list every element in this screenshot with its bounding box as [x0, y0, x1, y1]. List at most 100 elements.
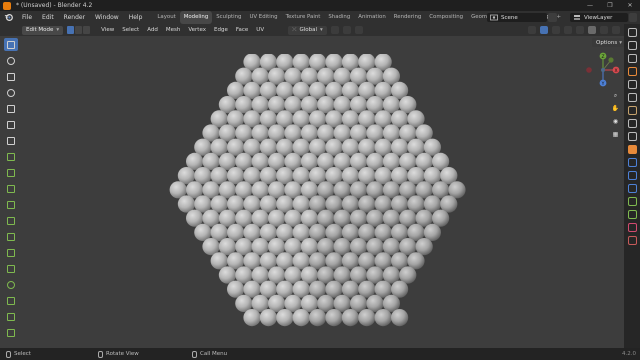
face-select-icon[interactable] — [83, 26, 91, 34]
tool-add-cube[interactable] — [4, 150, 18, 163]
tool-scale[interactable] — [4, 102, 18, 115]
tool-shrink-fatten[interactable] — [4, 310, 18, 323]
data-props-icon[interactable] — [628, 184, 637, 193]
menu-edge[interactable]: Edge — [210, 27, 232, 33]
ortho-grid-icon[interactable]: ▦ — [610, 129, 621, 140]
navigation-gizmo[interactable]: Z X Y — [584, 50, 622, 90]
tab-shading[interactable]: Shading — [324, 11, 354, 24]
snap-icon[interactable] — [342, 26, 351, 34]
sphere-mesh-object[interactable] — [160, 54, 480, 330]
scene-props-icon[interactable] — [628, 80, 637, 89]
render-props-icon[interactable] — [628, 41, 637, 50]
tool-shelf — [3, 38, 20, 346]
scene-copy-icon[interactable] — [548, 13, 557, 22]
tab-rendering[interactable]: Rendering — [390, 11, 426, 24]
properties-tabs — [624, 24, 640, 348]
tool-cursor[interactable] — [4, 54, 18, 67]
options-dropdown[interactable]: Options ▾ — [592, 38, 626, 47]
tool-transform[interactable] — [4, 118, 18, 131]
menu-vertex[interactable]: Vertex — [184, 27, 210, 33]
tool-select-box[interactable] — [4, 38, 18, 51]
tool-smooth[interactable] — [4, 278, 18, 291]
edge-select-icon[interactable] — [75, 26, 83, 34]
zoom-icon[interactable]: ⌕ — [610, 90, 621, 101]
shading-wireframe-icon[interactable] — [576, 26, 584, 34]
tool-extrude[interactable] — [4, 166, 18, 179]
mesh-sphere — [309, 309, 327, 327]
pivot-point-icon[interactable] — [330, 26, 339, 34]
tool-measure[interactable] — [4, 134, 18, 147]
tab-modeling[interactable]: Modeling — [179, 11, 213, 24]
particles-props-icon[interactable] — [628, 145, 637, 154]
scene-selector[interactable]: Scene — [487, 13, 547, 22]
tool-inset[interactable] — [4, 182, 18, 195]
camera-view-icon[interactable]: ◉ — [610, 116, 621, 127]
bevel-icon — [7, 200, 15, 209]
tool-bevel[interactable] — [4, 198, 18, 211]
texture-props-icon[interactable] — [628, 210, 637, 219]
overlay-icon[interactable] — [552, 26, 560, 34]
material-props-icon[interactable] — [628, 197, 637, 206]
tab-sculpting[interactable]: Sculpting — [212, 11, 245, 24]
tool-poly-build[interactable] — [4, 246, 18, 259]
tab-uv-editing[interactable]: UV Editing — [245, 11, 281, 24]
menu-select[interactable]: Select — [118, 27, 143, 33]
gizmo-neg-y-axis[interactable] — [608, 57, 614, 63]
modifier-props-icon[interactable] — [628, 132, 637, 141]
menu-mesh[interactable]: Mesh — [162, 27, 184, 33]
menu-file[interactable]: File — [17, 11, 37, 24]
tool-shear[interactable] — [4, 294, 18, 307]
close-button[interactable]: ✕ — [620, 0, 640, 11]
cursor-icon — [7, 56, 15, 65]
blender-logo-icon[interactable] — [3, 13, 13, 23]
menu-view[interactable]: View — [97, 27, 118, 33]
menu-window[interactable]: Window — [90, 11, 124, 24]
menu-uv[interactable]: UV — [252, 27, 268, 33]
tab-animation[interactable]: Animation — [354, 11, 389, 24]
mode-dropdown[interactable]: Edit Mode ▾ — [22, 25, 64, 35]
gizmo-neg-x-axis[interactable] — [586, 67, 592, 73]
vertex-select-icon[interactable] — [67, 26, 75, 34]
view-layer-props-icon[interactable] — [628, 67, 637, 76]
physics-props-icon[interactable] — [628, 158, 637, 167]
output-props-icon[interactable] — [628, 54, 637, 63]
menu-help[interactable]: Help — [124, 11, 148, 24]
tab-compositing[interactable]: Compositing — [425, 11, 467, 24]
menu-render[interactable]: Render — [59, 11, 90, 24]
constraints-props-icon[interactable] — [628, 171, 637, 180]
proportional-editing-icon[interactable] — [354, 26, 363, 34]
shading-rendered-icon[interactable] — [612, 26, 620, 34]
tool-loop-cut[interactable] — [4, 214, 18, 227]
object-props-icon[interactable] — [628, 119, 637, 128]
tool-move[interactable] — [4, 70, 18, 83]
status-menu-label: Call Menu — [200, 351, 228, 357]
menu-edit[interactable]: Edit — [37, 11, 59, 24]
maximize-button[interactable]: ❐ — [600, 0, 620, 11]
minimize-button[interactable]: — — [580, 0, 600, 11]
shading-solid-icon[interactable] — [588, 26, 596, 34]
tool-props-icon[interactable] — [628, 28, 637, 37]
view-layer-selector[interactable]: ViewLayer — [570, 13, 628, 22]
xray-icon[interactable] — [564, 26, 572, 34]
tool-spin[interactable] — [4, 262, 18, 275]
menu-add[interactable]: Add — [143, 27, 162, 33]
menu-face[interactable]: Face — [232, 27, 252, 33]
shader-props-icon[interactable] — [628, 223, 637, 232]
tab-layout[interactable]: Layout — [153, 11, 179, 24]
gizmo-toggle-icon[interactable] — [540, 26, 548, 34]
collection-props-icon[interactable] — [628, 106, 637, 115]
pan-hand-icon[interactable]: ✋ — [610, 103, 621, 114]
tool-rip[interactable] — [4, 326, 18, 339]
status-rotate: Rotate View — [98, 350, 139, 358]
view-layer-copy-icon[interactable] — [629, 13, 637, 22]
shading-material-icon[interactable] — [600, 26, 608, 34]
extra-props-icon[interactable] — [628, 236, 637, 245]
visibility-icon[interactable] — [528, 26, 536, 34]
world-props-icon[interactable] — [628, 93, 637, 102]
view-layer-icon — [574, 15, 580, 20]
tab-texture-paint[interactable]: Texture Paint — [282, 11, 325, 24]
knife-icon — [7, 232, 15, 241]
tool-rotate[interactable] — [4, 86, 18, 99]
orientation-dropdown[interactable]: ⤫ Global ▾ — [288, 25, 327, 35]
tool-knife[interactable] — [4, 230, 18, 243]
